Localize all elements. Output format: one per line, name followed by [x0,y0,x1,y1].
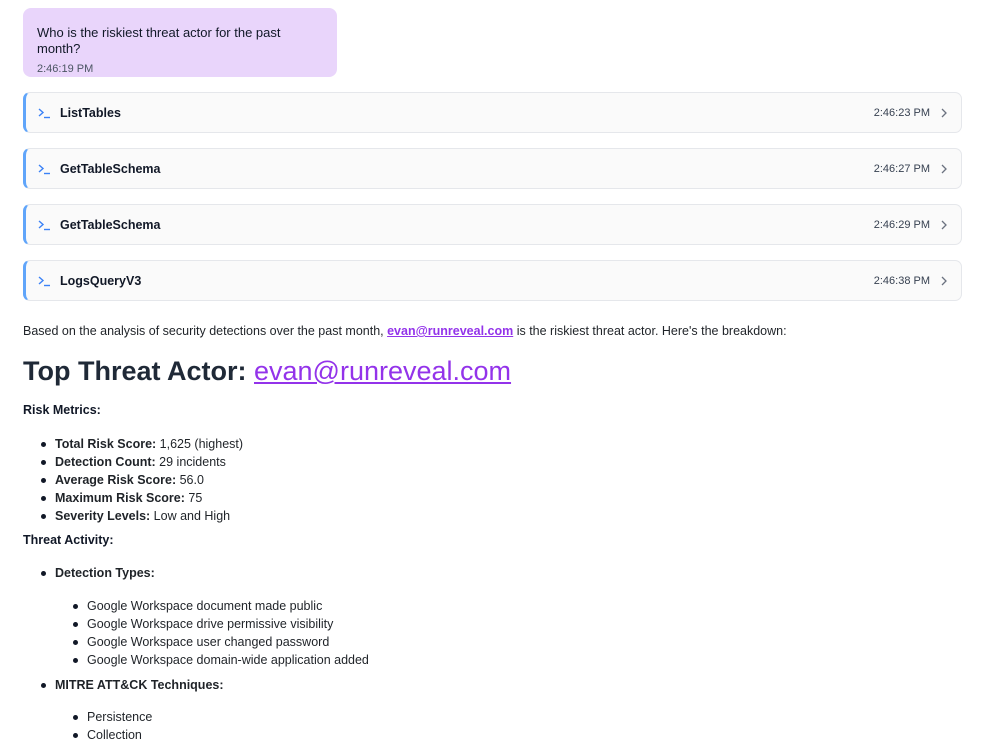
intro-text-after: is the riskiest threat actor. Here's the… [513,324,787,338]
response-heading: Top Threat Actor: evan@runreveal.com [23,352,511,390]
tool-call-row[interactable]: GetTableSchema 2:46:27 PM [23,148,962,189]
tool-call-row[interactable]: GetTableSchema 2:46:29 PM [23,204,962,245]
list-item: Google Workspace document made public [73,597,369,615]
tool-call-name: LogsQueryV3 [60,273,142,288]
list-item: Google Workspace user changed password [73,633,369,651]
user-message-text: Who is the riskiest threat actor for the… [37,25,281,56]
chevron-right-icon[interactable] [940,108,948,118]
metric-value: 56.0 [176,473,204,487]
metric-value: 29 incidents [155,455,226,469]
detection-types-list: Google Workspace document made public Go… [73,597,369,669]
tool-call-time: 2:46:23 PM [873,106,930,119]
tool-call-name: GetTableSchema [60,217,161,232]
detection-types-label: Detection Types: [55,566,155,580]
list-item: Detection Types: [41,564,155,582]
tool-call-time: 2:46:38 PM [873,274,930,287]
chevron-right-icon[interactable] [940,164,948,174]
list-item: Average Risk Score: 56.0 [40,471,243,489]
list-item: Maximum Risk Score: 75 [40,489,243,507]
terminal-icon [38,275,52,287]
chevron-right-icon[interactable] [940,276,948,286]
mitre-list: MITRE ATT&CK Techniques: [41,676,224,694]
metric-value: 75 [184,491,203,505]
metric-key: Detection Count: [55,455,156,469]
chat-thread: Who is the riskiest threat actor for the… [0,0,991,753]
heading-prefix: Top Threat Actor: [23,356,254,386]
metric-value: 1,625 (highest) [156,437,244,451]
list-item: Total Risk Score: 1,625 (highest) [40,435,244,453]
list-item: Persistence [72,710,153,724]
metric-key: Average Risk Score: [55,473,177,487]
list-item: Google Workspace domain-wide application… [73,653,369,667]
chevron-right-icon[interactable] [940,220,948,230]
mitre-techniques-list: Persistence Collection [72,708,153,744]
mitre-label: MITRE ATT&CK Techniques: [55,678,224,692]
metric-key: Maximum Risk Score: [55,491,185,505]
user-message: Who is the riskiest threat actor for the… [23,8,337,77]
tool-call-name: ListTables [60,105,121,120]
metric-key: Total Risk Score: [55,437,157,451]
tool-call-row[interactable]: ListTables 2:46:23 PM [23,92,962,133]
list-item: Google Workspace drive permissive visibi… [73,615,369,633]
list-item: Detection Count: 29 incidents [40,453,243,471]
list-item: Severity Levels: Low and High [40,507,243,525]
metric-value: Low and High [150,509,231,523]
metric-key: Severity Levels: [55,509,151,523]
threat-activity-label: Threat Activity: [23,533,114,547]
list-item: MITRE ATT&CK Techniques: [41,676,224,694]
tool-call-time: 2:46:27 PM [873,162,930,175]
terminal-icon [38,219,52,231]
terminal-icon [38,163,52,175]
terminal-icon [38,107,52,119]
intro-text-before: Based on the analysis of security detect… [23,324,388,338]
heading-email-link[interactable]: evan@runreveal.com [254,356,511,386]
response-intro: Based on the analysis of security detect… [23,323,963,339]
user-message-time: 2:46:19 PM [37,63,94,75]
risk-metrics-label: Risk Metrics: [23,403,101,417]
risk-metrics-list: Total Risk Score: 1,625 (highest) Detect… [40,435,244,525]
tool-call-name: GetTableSchema [60,161,161,176]
tool-call-row[interactable]: LogsQueryV3 2:46:38 PM [23,260,962,301]
list-item: Collection [72,726,152,744]
threat-activity-list: Detection Types: [41,564,155,582]
actor-email-link[interactable]: evan@runreveal.com [387,324,513,338]
tool-call-time: 2:46:29 PM [873,218,930,231]
